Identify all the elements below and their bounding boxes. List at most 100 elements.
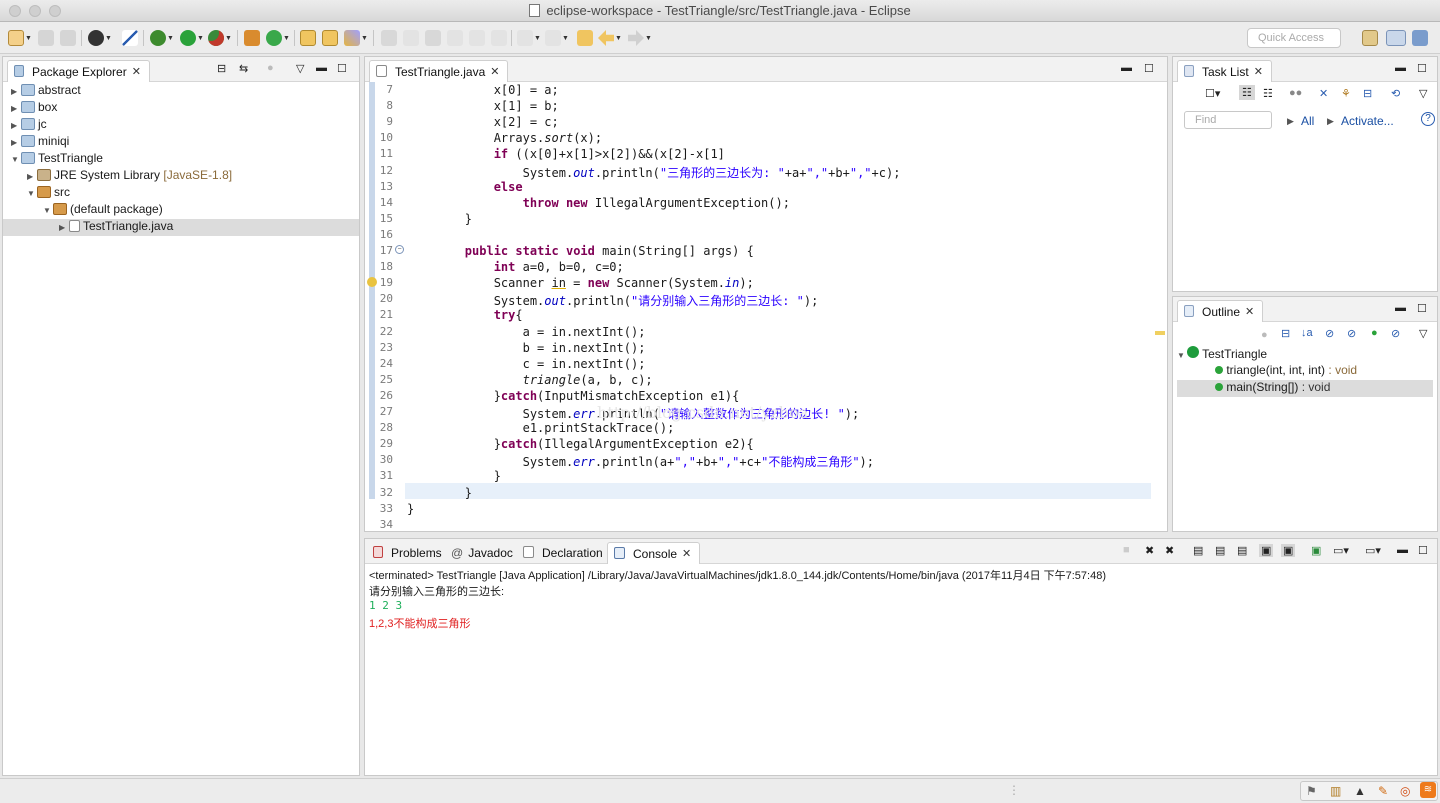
tree-item-box[interactable]: ▶ box (3, 100, 359, 117)
run-external-tools-button[interactable]: ▼ (208, 29, 232, 47)
remove-launch-icon[interactable]: ✖ (1145, 544, 1154, 557)
book-icon[interactable]: ▥ (1330, 784, 1341, 798)
hide-nonpublic-icon[interactable]: ● (1371, 327, 1378, 339)
rss-icon[interactable]: ≋ (1420, 782, 1436, 798)
tree-item-abstract[interactable]: ▶ abstract (3, 83, 359, 100)
display-console-icon[interactable]: ▭▾ (1333, 544, 1349, 557)
debug-button[interactable]: ▼ (150, 29, 174, 47)
lifebuoy-icon[interactable]: ◎ (1400, 784, 1410, 798)
code-line[interactable]: 13 else (365, 180, 1167, 196)
code-line[interactable]: 32 } (365, 486, 1167, 502)
code-line[interactable]: 23 b = in.nextInt(); (365, 341, 1167, 357)
minimize-icon[interactable]: ▬ (1121, 62, 1132, 74)
code-text[interactable]: e1.printStackTrace(); (407, 421, 675, 435)
code-line[interactable]: 25 triangle(a, b, c); (365, 373, 1167, 389)
code-text[interactable]: Arrays.sort(x); (407, 131, 602, 145)
code-text[interactable]: System.out.println("三角形的三边长为: "+a+","+b+… (407, 164, 901, 181)
close-icon[interactable]: ✕ (682, 547, 691, 560)
code-text[interactable]: triangle(a, b, c); (407, 373, 653, 387)
tab-task-list[interactable]: Task List ✕ (1177, 60, 1272, 82)
code-text[interactable]: x[1] = b; (407, 99, 559, 113)
view-menu-icon[interactable]: ▽ (1419, 87, 1427, 100)
minimize-icon[interactable]: ▬ (1395, 62, 1406, 74)
code-line[interactable]: 21 try{ (365, 308, 1167, 324)
close-icon[interactable]: ✕ (1245, 305, 1254, 318)
code-line[interactable]: 7 x[0] = a; (365, 83, 1167, 99)
scheduled-icon[interactable]: ☷ (1263, 87, 1273, 100)
code-text[interactable]: } (407, 469, 501, 483)
code-line[interactable]: 9 x[2] = c; (365, 115, 1167, 131)
sort-icon[interactable]: ↓a (1301, 327, 1313, 339)
tab-console[interactable]: Console ✕ (607, 542, 701, 564)
view-menu-icon[interactable]: ▽ (296, 62, 304, 75)
expand-icon[interactable]: ▶ (11, 104, 21, 113)
activate-link[interactable]: Activate... (1341, 114, 1394, 128)
tree-item-jre-library[interactable]: ▶ JRE System Library [JavaSE-1.8] (3, 168, 359, 185)
tree-item-miniqi[interactable]: ▶ miniqi (3, 134, 359, 151)
tree-item-src[interactable]: ▼ src (3, 185, 359, 202)
code-text[interactable]: throw new IllegalArgumentException(); (407, 196, 790, 210)
drag-handle[interactable]: ⋮ (1008, 783, 1020, 797)
tree-item-testtriangle[interactable]: ▼ TestTriangle (3, 151, 359, 168)
expand-icon[interactable]: ▶ (11, 87, 21, 96)
help-icon[interactable]: ? (1421, 112, 1435, 126)
tab-javadoc[interactable]: @ Javadoc (445, 542, 521, 564)
collapse-icon[interactable]: ▼ (27, 189, 37, 198)
code-text[interactable]: int a=0, b=0, c=0; (407, 260, 624, 274)
tab-declaration[interactable]: Declaration (517, 542, 611, 564)
previous-annotation-button[interactable]: ▼ (545, 29, 569, 47)
focus-icon[interactable]: ⚘ (1341, 87, 1351, 100)
code-line[interactable]: 34 (365, 518, 1167, 531)
tree-item-testtriangle-java[interactable]: ▶ TestTriangle.java (3, 219, 359, 236)
code-line[interactable]: 12 System.out.println("三角形的三边长为: "+a+","… (365, 164, 1167, 180)
forward-button[interactable]: ▼ (628, 29, 652, 47)
minimize-icon[interactable]: ▬ (316, 62, 327, 74)
overview-marker[interactable] (1155, 331, 1165, 335)
close-icon[interactable]: ✕ (132, 65, 141, 78)
code-text[interactable]: Scanner in = new Scanner(System.in); (407, 276, 754, 290)
link-with-editor-icon[interactable]: ⇆ (239, 62, 248, 75)
java-perspective-button[interactable] (1386, 29, 1406, 47)
outline-member-triangle[interactable]: triangle(int, int, int) : void (1177, 363, 1433, 380)
open-console-icon[interactable]: ▭▾ (1365, 544, 1381, 557)
sync-icon[interactable]: ⟲ (1391, 87, 1400, 100)
word-wrap-button[interactable] (469, 29, 485, 47)
outline-class-testtriangle[interactable]: ▼ TestTriangle (1177, 346, 1433, 363)
code-text[interactable]: }catch(IllegalArgumentException e2){ (407, 437, 754, 451)
view-menu-icon[interactable]: ▽ (1419, 327, 1427, 340)
collapse-icon[interactable]: ●● (1289, 87, 1302, 99)
search-button[interactable]: ▼ (344, 29, 368, 47)
profile-button[interactable]: ▼ (88, 29, 112, 47)
show-on-stdout-icon[interactable]: ▣ (1259, 544, 1274, 557)
code-text[interactable]: else (407, 180, 523, 194)
show-whitespace-button[interactable] (447, 29, 463, 47)
code-line[interactable]: 24 c = in.nextInt(); (365, 357, 1167, 373)
code-line[interactable]: 17 public static void main(String[] args… (365, 244, 1167, 260)
minimize-icon[interactable]: ▬ (1397, 544, 1408, 556)
close-icon[interactable]: ✕ (1254, 65, 1263, 78)
code-line[interactable]: 16 (365, 228, 1167, 244)
maximize-icon[interactable]: ☐ (1417, 62, 1427, 75)
code-line[interactable]: 29 }catch(IllegalArgumentException e2){ (365, 437, 1167, 453)
show-on-stderr-icon[interactable]: ▣ (1281, 544, 1296, 557)
find-input[interactable]: Find (1184, 111, 1272, 129)
expand-icon[interactable]: ▶ (59, 223, 69, 232)
paragraph-button[interactable] (491, 29, 507, 47)
code-line[interactable]: 14 throw new IllegalArgumentException(); (365, 196, 1167, 212)
code-line[interactable]: 18 int a=0, b=0, c=0; (365, 260, 1167, 276)
code-text[interactable]: c = in.nextInt(); (407, 357, 646, 371)
code-line[interactable]: 15 } (365, 212, 1167, 228)
code-text[interactable]: try{ (407, 308, 523, 322)
code-text[interactable]: } (407, 486, 472, 500)
hide-static-icon[interactable]: ⊘ (1347, 327, 1356, 340)
collapse-icon[interactable]: ▼ (1177, 351, 1187, 360)
new-button[interactable]: ▼ (8, 29, 32, 47)
code-line[interactable]: 11 if ((x[0]+x[1]>x[2])&&(x[2]-x[1] (365, 147, 1167, 163)
code-text[interactable]: if ((x[0]+x[1]>x[2])&&(x[2]-x[1] (407, 147, 725, 161)
open-type-button[interactable] (300, 29, 316, 47)
code-text[interactable]: b = in.nextInt(); (407, 341, 646, 355)
code-text[interactable]: public static void main(String[] args) { (407, 244, 754, 258)
quick-access-input[interactable]: Quick Access (1247, 28, 1341, 48)
code-text[interactable]: }catch(InputMismatchException e1){ (407, 389, 740, 403)
outline-member-main[interactable]: main(String[]) : void (1177, 380, 1433, 397)
